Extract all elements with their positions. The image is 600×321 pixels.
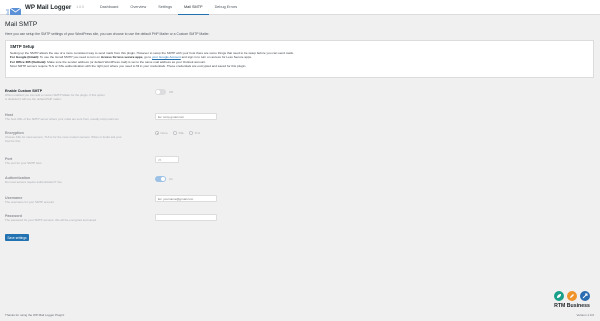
app-title: WP Mail Logger [25,3,72,11]
enable-smtp-desc: When enabled you can add a custom SMTP M… [5,93,105,101]
rtm-business-logo: RTM Business [550,291,594,312]
brand: WP Mail Logger 1.0.0 [6,3,84,15]
rtm-business-name: RTM Business [554,303,590,309]
enable-smtp-state: Off [169,90,173,94]
smtp-setup-notice: SMTP Setup Setting up the SMTP allows th… [5,40,594,78]
tab-debug-errors[interactable]: Debug Errors [209,0,244,15]
app-version: 1.0.0 [76,5,84,9]
mail-logger-logo-icon [6,3,22,15]
enable-smtp-toggle[interactable] [155,89,166,95]
top-bar: WP Mail Logger 1.0.0 Dashboard Overview … [0,0,600,15]
radio-dot [155,131,159,135]
encryption-ssl-label: SSL [178,131,185,135]
pencil-icon [567,291,577,301]
encryption-ssl-radio[interactable]: SSL [173,131,184,135]
rtm-icons [550,291,594,301]
toggle-knob [155,89,160,94]
arrows-icon [580,291,590,301]
username-input[interactable] [155,195,217,202]
encryption-none-radio[interactable]: None [155,131,168,135]
host-input[interactable] [155,113,217,120]
auth-desc: Do most servers require authentication? … [5,180,62,184]
office-text: Make sure the sender address (or default… [47,59,206,64]
page-title: Mail SMTP [5,21,38,28]
setup-title: SMTP Setup [10,44,35,49]
encryption-tls-label: TLS [194,131,201,135]
password-input[interactable] [155,214,217,221]
leaf-icon [554,291,564,301]
port-input[interactable] [155,156,179,163]
radio-dot [189,131,193,135]
save-settings-button[interactable]: Save settings [5,234,29,241]
page-intro: Here you can setup the SMTP settings of … [5,32,210,36]
encryption-tls-radio[interactable]: TLS [189,131,200,135]
encryption-none-label: None [160,131,168,135]
radio-dot [173,131,177,135]
auth-toggle[interactable] [155,176,166,182]
setup-line-tls: Most SMTP servers require TLS or SSL aut… [10,63,247,68]
footer-text: Thanks for using the WP Mail Logger Plug… [5,313,65,317]
tab-settings[interactable]: Settings [152,0,178,15]
office-label: For Office 365 (Outlook): [10,59,47,64]
nav-tabs: Dashboard Overview Settings Mail SMTP De… [94,0,243,15]
tab-overview[interactable]: Overview [124,0,152,15]
encryption-desc: Choose SSL for most servers, TLS is for … [5,135,122,143]
tab-dashboard[interactable]: Dashboard [94,0,125,15]
toggle-knob [161,176,166,181]
tab-mail-smtp[interactable]: Mail SMTP [177,0,209,15]
host-desc: The host URL of the SMTP server where yo… [5,117,119,121]
footer-version: Version 1.0.0 [576,313,594,317]
auth-state: On [169,177,174,181]
